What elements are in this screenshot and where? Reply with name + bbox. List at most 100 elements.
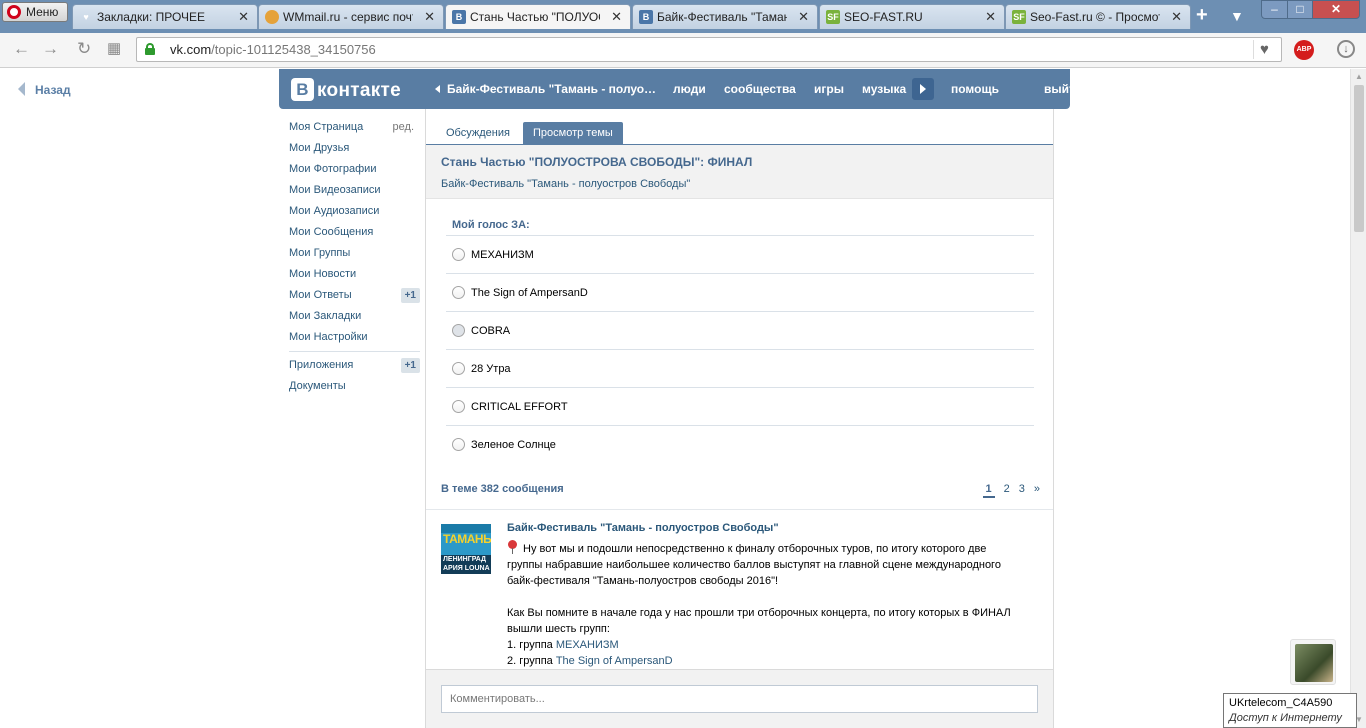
scroll-thumb[interactable] xyxy=(1354,85,1364,232)
browser-tab-bar: Меню ♥ Закладки: ПРОЧЕЕ ✕ WMmail.ru - се… xyxy=(0,0,1366,33)
browser-tab[interactable]: SF SEO-FAST.RU ✕ xyxy=(819,4,1005,29)
sidebar-item-my-page[interactable]: Моя Страница ред. xyxy=(289,117,420,138)
band-link[interactable]: The Sign of AmpersanD xyxy=(556,655,673,667)
post-avatar[interactable]: ТАМАНЬ ЛЕНИНГРАД АРИЯ LOUNA xyxy=(441,524,491,574)
tab-menu-chevron-icon[interactable]: ▼ xyxy=(1230,8,1244,24)
tab-discussions[interactable]: Обсуждения xyxy=(436,122,520,145)
nav-communities[interactable]: сообщества xyxy=(724,82,796,96)
sidebar-item-groups[interactable]: Мои Группы xyxy=(289,243,420,264)
url-field[interactable]: vk.com/topic-101125438_34150756 ♥ xyxy=(136,37,1282,62)
adblock-plus-icon[interactable]: ABP xyxy=(1294,40,1314,60)
back-arrow-icon[interactable]: ← xyxy=(13,39,30,59)
vk-page: Назад Вконтакте Байк-Фестиваль "Тамань -… xyxy=(0,69,1350,728)
browser-tab[interactable]: SF Seo-Fast.ru © - Просмотр ✕ xyxy=(1005,4,1191,29)
close-icon[interactable]: ✕ xyxy=(798,5,809,29)
play-icon xyxy=(920,84,926,94)
window-maximize-button[interactable]: □ xyxy=(1287,0,1313,19)
page-scrollbar[interactable]: ▲ ▼ xyxy=(1350,69,1366,728)
poll-option[interactable]: COBRA xyxy=(446,312,1034,350)
seofast-favicon-icon: SF xyxy=(1012,10,1026,24)
poll-title: Мой голос ЗА: xyxy=(446,216,1034,236)
download-icon[interactable]: ↓ xyxy=(1337,40,1355,58)
pagination: 1 2 3 » xyxy=(974,483,1040,498)
topic-group-link[interactable]: Байк-Фестиваль "Тамань - полуостров Своб… xyxy=(441,178,690,190)
sidebar-item-photos[interactable]: Мои Фотографии xyxy=(289,159,420,180)
radio-button[interactable] xyxy=(452,248,465,261)
browser-tab[interactable]: B Байк-Фестиваль "Тамань - полуостров Св… xyxy=(632,4,818,29)
sidebar-item-label: Мои Новости xyxy=(289,268,357,280)
user-photo xyxy=(1295,644,1333,682)
sidebar-item-friends[interactable]: Мои Друзья xyxy=(289,138,420,159)
sidebar-item-settings[interactable]: Мои Настройки xyxy=(289,327,420,348)
poll-option[interactable]: 28 Утра xyxy=(446,350,1034,388)
music-play-button[interactable] xyxy=(912,78,934,100)
poll-option[interactable]: Зеленое Солнце xyxy=(446,426,1034,464)
tab-title: Байк-Фестиваль "Тамань - полуостров Своб… xyxy=(657,10,787,24)
window-minimize-button[interactable]: – xyxy=(1261,0,1288,19)
close-icon[interactable]: ✕ xyxy=(985,5,996,29)
poll-option-label: 28 Утра xyxy=(471,363,511,375)
wmmail-favicon-icon xyxy=(265,10,279,24)
reload-icon[interactable]: ↻ xyxy=(77,39,91,59)
vk-logo[interactable]: Вконтакте xyxy=(291,78,401,102)
nav-music[interactable]: музыка xyxy=(862,82,906,96)
post-author-link[interactable]: Байк-Фестиваль "Тамань - полуостров Своб… xyxy=(507,522,779,534)
radio-button[interactable] xyxy=(452,438,465,451)
new-tab-plus-icon[interactable]: + xyxy=(1196,5,1208,25)
sidebar-item-label: Мои Настройки xyxy=(289,331,368,343)
network-tooltip: UKrtelecom_C4A590 Доступ к Интернету xyxy=(1223,693,1357,728)
tab-view-topic[interactable]: Просмотр темы xyxy=(523,122,623,145)
sidebar-item-videos[interactable]: Мои Видеозаписи xyxy=(289,180,420,201)
page-link[interactable]: 2 xyxy=(1004,483,1010,495)
opera-menu-button[interactable]: Меню xyxy=(2,2,68,22)
scroll-up-arrow-icon[interactable]: ▲ xyxy=(1355,72,1363,81)
browser-tab-active[interactable]: B Стань Частью "ПОЛУОСТРОВА СВОБОДЫ" ✕ xyxy=(445,4,631,29)
nav-topic-link[interactable]: Байк-Фестиваль "Тамань - полуостров Своб… xyxy=(435,82,657,96)
sidebar-item-messages[interactable]: Мои Сообщения xyxy=(289,222,420,243)
bookmark-heart-icon[interactable]: ♥ xyxy=(1253,40,1275,59)
poll-option-label: CRITICAL EFFORT xyxy=(471,401,568,413)
close-icon[interactable]: ✕ xyxy=(424,5,435,29)
window-close-button[interactable]: ✕ xyxy=(1312,0,1360,19)
radio-button[interactable] xyxy=(452,324,465,337)
sidebar-item-documents[interactable]: Документы xyxy=(289,376,420,397)
content-tabs: Обсуждения Просмотр темы xyxy=(426,109,1053,145)
browser-tab[interactable]: ♥ Закладки: ПРОЧЕЕ ✕ xyxy=(72,4,258,29)
poll-option[interactable]: CRITICAL EFFORT xyxy=(446,388,1034,426)
nav-logout[interactable]: выйти xyxy=(1044,82,1082,96)
sidebar-item-label: Мои Друзья xyxy=(289,142,350,154)
back-link[interactable]: Назад xyxy=(18,82,71,97)
radio-button[interactable] xyxy=(452,362,465,375)
poll-option[interactable]: The Sign of AmpersanD xyxy=(446,274,1034,312)
browser-tab[interactable]: WMmail.ru - сервис почтовых рассылок ✕ xyxy=(258,4,444,29)
close-icon[interactable]: ✕ xyxy=(611,5,622,29)
page-link[interactable]: 3 xyxy=(1019,483,1025,495)
sidebar-item-news[interactable]: Мои Новости xyxy=(289,264,420,285)
nav-games[interactable]: игры xyxy=(814,82,844,96)
avatar-poster-title: ТАМАНЬ xyxy=(443,532,491,546)
vk-favicon-icon: B xyxy=(452,10,466,24)
radio-button[interactable] xyxy=(452,286,465,299)
sidebar-item-answers[interactable]: Мои Ответы +1 xyxy=(289,285,420,306)
post-line-text: Ну вот мы и подошли непосредственно к фи… xyxy=(523,543,987,555)
speed-dial-grid-icon[interactable]: ▦ xyxy=(107,39,121,57)
post-line: группы набравшие наибольшее количество б… xyxy=(507,559,1001,571)
forward-arrow-icon[interactable]: → xyxy=(42,39,59,59)
sidebar-item-audio[interactable]: Мои Аудиозаписи xyxy=(289,201,420,222)
poll-option[interactable]: МЕХАНИЗМ xyxy=(446,236,1034,274)
page-next-link[interactable]: » xyxy=(1034,483,1040,495)
close-icon[interactable]: ✕ xyxy=(1171,5,1182,29)
sidebar-item-apps[interactable]: Приложения +1 xyxy=(289,355,420,376)
back-label: Назад xyxy=(35,83,71,97)
nav-help[interactable]: помощь xyxy=(951,82,999,96)
tab-title: Стань Частью "ПОЛУОСТРОВА СВОБОДЫ" xyxy=(470,10,600,24)
comment-input[interactable]: Комментировать... xyxy=(441,685,1038,713)
edit-link[interactable]: ред. xyxy=(393,117,414,138)
sidebar-item-bookmarks[interactable]: Мои Закладки xyxy=(289,306,420,327)
chat-avatar[interactable] xyxy=(1290,639,1336,685)
nav-people[interactable]: люди xyxy=(673,82,706,96)
close-icon[interactable]: ✕ xyxy=(238,5,249,29)
band-link[interactable]: МЕХАНИЗМ xyxy=(556,639,619,651)
radio-button[interactable] xyxy=(452,400,465,413)
page-link-current[interactable]: 1 xyxy=(982,483,995,498)
